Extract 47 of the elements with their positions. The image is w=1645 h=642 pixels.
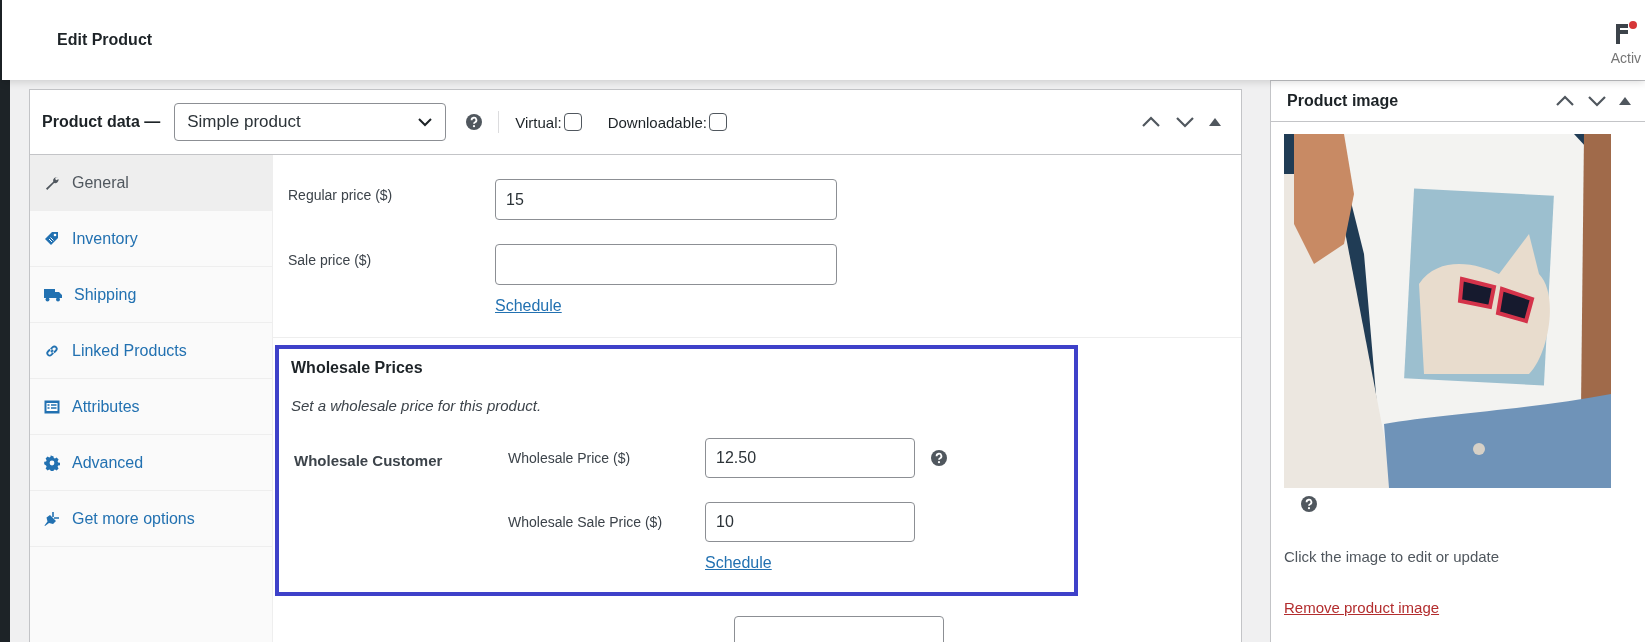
- virtual-checkbox[interactable]: [563, 113, 582, 131]
- virtual-label: Virtual:: [515, 113, 562, 131]
- panel-title: Product data —: [42, 113, 161, 131]
- tab[interactable]: Advanced: [30, 435, 272, 491]
- plug-icon: [44, 510, 60, 527]
- image-hint: Click the image to edit or update: [1284, 548, 1500, 565]
- help-icon[interactable]: [1301, 496, 1317, 512]
- price-field[interactable]: [495, 244, 837, 285]
- tab[interactable]: Shipping: [30, 267, 272, 323]
- tab[interactable]: Linked Products: [30, 323, 272, 379]
- move-down-icon[interactable]: [1175, 116, 1195, 128]
- caret-icon: [417, 117, 434, 127]
- collapse-icon[interactable]: [1619, 97, 1631, 105]
- wrench-icon: [44, 174, 60, 191]
- remove-image-link[interactable]: Remove product image: [1284, 599, 1440, 616]
- section-title: Wholesale Prices: [291, 359, 424, 377]
- downloadable-label: Downloadable:: [607, 113, 707, 131]
- field-label: Sale price ($): [288, 251, 373, 270]
- panel-title: Product image: [1287, 92, 1399, 110]
- price-field[interactable]: 10: [705, 502, 915, 542]
- page-title: Edit Product: [57, 31, 153, 49]
- collapse-icon[interactable]: [1209, 118, 1221, 126]
- field-label: Wholesale Sale Price ($): [508, 513, 664, 530]
- price-field[interactable]: 12.50: [705, 438, 915, 478]
- move-down-icon[interactable]: [1587, 95, 1607, 107]
- tab[interactable]: Attributes: [30, 379, 272, 435]
- gear-icon: [44, 454, 60, 471]
- section-description: Set a wholesale price for this product.: [291, 397, 543, 414]
- schedule-link[interactable]: Schedule: [705, 554, 772, 572]
- move-up-icon[interactable]: [1141, 116, 1161, 128]
- tab[interactable]: Get more options: [30, 491, 272, 547]
- tab[interactable]: Inventory: [30, 211, 272, 267]
- field-label: Wholesale Price ($): [508, 449, 632, 466]
- price-field[interactable]: 15: [495, 179, 837, 220]
- downloadable-checkbox[interactable]: [708, 113, 727, 131]
- truck-icon: [44, 287, 62, 302]
- help-icon[interactable]: [466, 114, 483, 130]
- role-label: Wholesale Customer: [293, 451, 444, 471]
- schedule-link[interactable]: Schedule: [495, 297, 562, 315]
- product-type-select[interactable]: Simple product: [174, 103, 447, 141]
- field-label: Regular price ($): [288, 186, 394, 205]
- list-card-icon: [44, 399, 60, 414]
- help-icon[interactable]: [931, 450, 947, 466]
- tab[interactable]: General: [30, 155, 272, 211]
- activity-label[interactable]: Activ: [1610, 50, 1641, 66]
- move-up-icon[interactable]: [1555, 95, 1575, 107]
- tag-icon: [44, 230, 60, 247]
